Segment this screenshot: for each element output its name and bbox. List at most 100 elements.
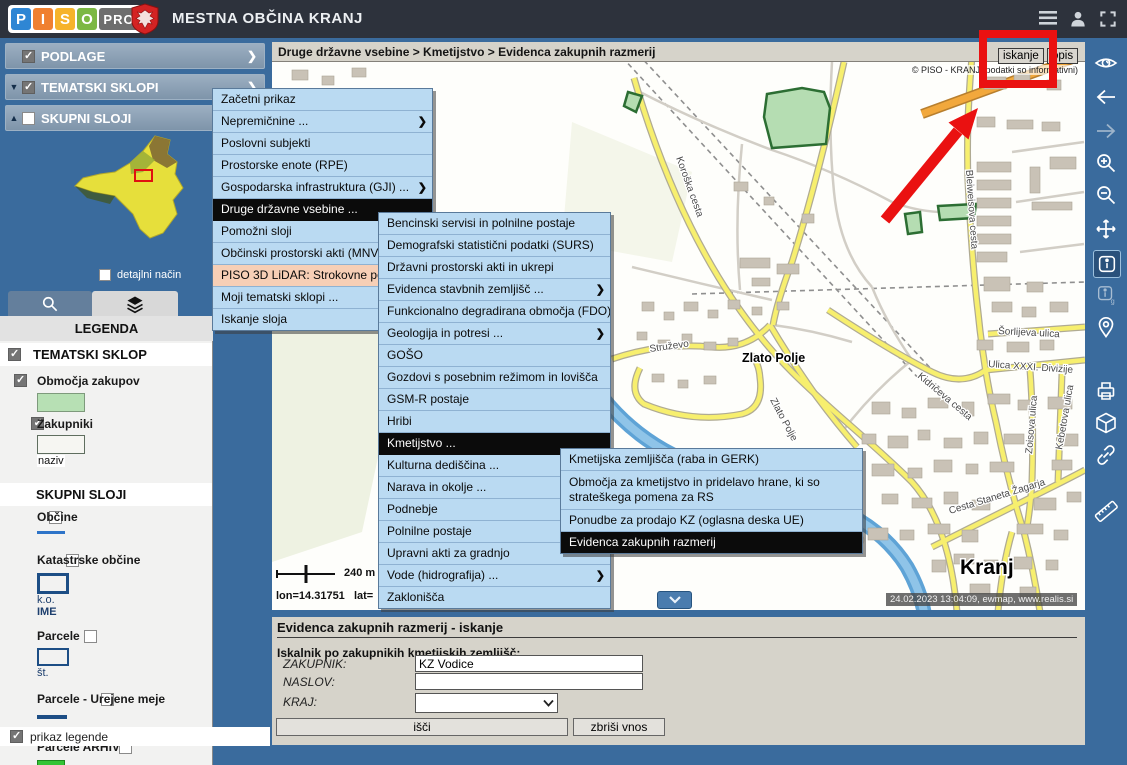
- search-panel: Evidenca zakupnih razmerij - iskanje Isk…: [272, 617, 1085, 745]
- menu-item[interactable]: Prostorske enote (RPE): [213, 155, 432, 177]
- collapse-map-panel-button[interactable]: [657, 591, 692, 609]
- show-legend-checkbox[interactable]: [10, 730, 23, 743]
- swatch-sublabel: naziv: [37, 455, 65, 467]
- legend-panel: TEMATSKI SKLOP Območja zakupov Zakupniki…: [0, 341, 213, 765]
- scale-bar: 240 m: [275, 562, 375, 584]
- layer-label: Zakupniki: [37, 417, 93, 431]
- chevron-down-icon: [543, 699, 554, 707]
- fullscreen-icon[interactable]: [1098, 9, 1118, 34]
- title-underline: [277, 637, 1077, 638]
- map-copyright: © PISO - KRANJ (podatki so informativni): [910, 65, 1080, 75]
- menu-item[interactable]: Državni prostorski akti in ukrepi: [379, 257, 610, 279]
- menu-item[interactable]: GOŠO: [379, 345, 610, 367]
- blue-line-swatch: [37, 531, 65, 534]
- menu-item[interactable]: Kmetijska zemljišča (raba in GERK): [561, 449, 862, 471]
- layers-icon: [125, 294, 145, 314]
- menu-item[interactable]: Bencinski servisi in polnilne postaje: [379, 213, 610, 235]
- tab-search[interactable]: [8, 291, 92, 316]
- layer-label: Parcele: [37, 629, 80, 643]
- naslov-input[interactable]: [415, 673, 643, 690]
- tematski-checkbox[interactable]: [22, 81, 35, 94]
- detail-mode-row: detajlni način: [99, 269, 181, 281]
- layer-label: Parcele - Urejene meje: [37, 692, 165, 706]
- opis-button[interactable]: opis: [1047, 48, 1078, 64]
- green-line-swatch: [37, 760, 65, 765]
- pan-icon[interactable]: [1093, 216, 1119, 242]
- zoom-in-icon[interactable]: [1093, 150, 1119, 176]
- logo-letter: I: [33, 8, 53, 30]
- map-tools-toolbar: g: [1085, 38, 1127, 757]
- swatch-sublabel: IME: [37, 606, 57, 618]
- forward-arrow-icon[interactable]: [1093, 118, 1119, 144]
- tab-layers-active[interactable]: [92, 291, 178, 316]
- measure-ruler-icon[interactable]: [1093, 498, 1119, 524]
- sidebar-section-podlage[interactable]: PODLAGE ❯: [5, 43, 265, 69]
- cursor-coordinates: lon=14.31751 lat=: [276, 590, 373, 602]
- piso-logo[interactable]: P I S O PRO: [8, 5, 142, 33]
- navy-rect-swatch: [37, 648, 69, 666]
- menu-item[interactable]: Geologija in potresi ...❯: [379, 323, 610, 345]
- legend-group-skupni: SKUPNI SLOJI: [0, 483, 213, 506]
- submenu-arrow-icon: ❯: [418, 180, 427, 197]
- back-arrow-icon[interactable]: [1093, 84, 1119, 110]
- menu-item[interactable]: Zaklonišča: [379, 587, 610, 608]
- menu-item[interactable]: Nepremičnine ...❯: [213, 111, 432, 133]
- view-3d-cube-icon[interactable]: [1093, 410, 1119, 436]
- podlage-checkbox[interactable]: [22, 50, 35, 63]
- map-datetime-bar: 24.02.2023 13:04:09, ewmap, www.realis.s…: [886, 593, 1077, 606]
- user-account-icon[interactable]: [1068, 9, 1088, 34]
- zoom-out-icon[interactable]: [1093, 182, 1119, 208]
- iskanje-button[interactable]: iskanje: [998, 48, 1044, 64]
- skupni-checkbox[interactable]: [22, 112, 35, 125]
- expand-arrow-icon: ❯: [247, 49, 257, 63]
- menu-item[interactable]: Poslovni subjekti: [213, 133, 432, 155]
- overview-map[interactable]: [55, 132, 210, 249]
- place-label-zlato-polje: Zlato Polje: [742, 351, 805, 365]
- menu-item[interactable]: Vode (hidrografija) ...❯: [379, 565, 610, 587]
- navy-rect-swatch: [37, 573, 69, 594]
- obmocja-zakupov-checkbox[interactable]: [14, 374, 27, 387]
- menu-item[interactable]: Območja za kmetijstvo in pridelavo hrane…: [561, 471, 862, 510]
- kraj-label: KRAJ:: [283, 695, 317, 709]
- menu-item[interactable]: Začetni prikaz: [213, 89, 432, 111]
- submenu-arrow-icon: ❯: [596, 282, 605, 299]
- show-legend-label: prikaz legende: [30, 730, 108, 744]
- logo-letter: P: [11, 8, 31, 30]
- legend-group-label: TEMATSKI SKLOP: [33, 347, 147, 362]
- locate-pin-icon[interactable]: [1093, 314, 1119, 340]
- outline-area-swatch: [37, 435, 85, 454]
- info-secondary-icon[interactable]: g: [1093, 282, 1119, 308]
- menu-item-evidenca-active[interactable]: Evidenca zakupnih razmerij: [561, 532, 862, 553]
- print-icon[interactable]: [1093, 378, 1119, 404]
- menu-item[interactable]: Funkcionalno degradirana območja (FDO): [379, 301, 610, 323]
- section-label: PODLAGE: [41, 49, 247, 64]
- info-tool-icon[interactable]: [1093, 250, 1121, 278]
- green-area-swatch: [37, 393, 85, 412]
- search-button[interactable]: išči: [276, 718, 568, 736]
- menu-item[interactable]: Demografski statistični podatki (SURS): [379, 235, 610, 257]
- menu-hamburger-icon[interactable]: [1038, 9, 1058, 32]
- eye-overview-icon[interactable]: [1093, 50, 1119, 76]
- show-legend-row: prikaz legende: [0, 727, 270, 746]
- menu-item[interactable]: GSM-R postaje: [379, 389, 610, 411]
- tematski-sklop-checkbox[interactable]: [8, 348, 21, 361]
- legend-group-label: SKUPNI SLOJI: [36, 487, 126, 502]
- menu-item[interactable]: Gozdovi s posebnim režimom in lovišča: [379, 367, 610, 389]
- clear-button[interactable]: zbriši vnos: [573, 718, 665, 736]
- menu-item[interactable]: Ponudbe za prodajo KZ (oglasna deska UE): [561, 510, 862, 532]
- menu-item[interactable]: Gospodarska infrastruktura (GJI) ...❯: [213, 177, 432, 199]
- parcele-checkbox[interactable]: [84, 630, 97, 643]
- detail-mode-checkbox[interactable]: [99, 269, 111, 281]
- menu-item[interactable]: Evidenca stavbnih zemljišč ...❯: [379, 279, 610, 301]
- kraj-select[interactable]: [415, 693, 558, 713]
- legend-group-tematski: TEMATSKI SKLOP: [0, 343, 213, 366]
- zakupnik-input[interactable]: [415, 655, 643, 672]
- menu-item[interactable]: Hribi: [379, 411, 610, 433]
- layer-label: Območja zakupov: [37, 374, 140, 388]
- layer-label: Katastrske občine: [37, 553, 140, 567]
- detail-mode-label: detajlni način: [117, 269, 181, 281]
- legend-header: LEGENDA: [0, 316, 213, 342]
- submenu-arrow-icon: ❯: [596, 568, 605, 585]
- share-link-icon[interactable]: [1093, 442, 1119, 468]
- layer-label: Občine: [37, 510, 78, 524]
